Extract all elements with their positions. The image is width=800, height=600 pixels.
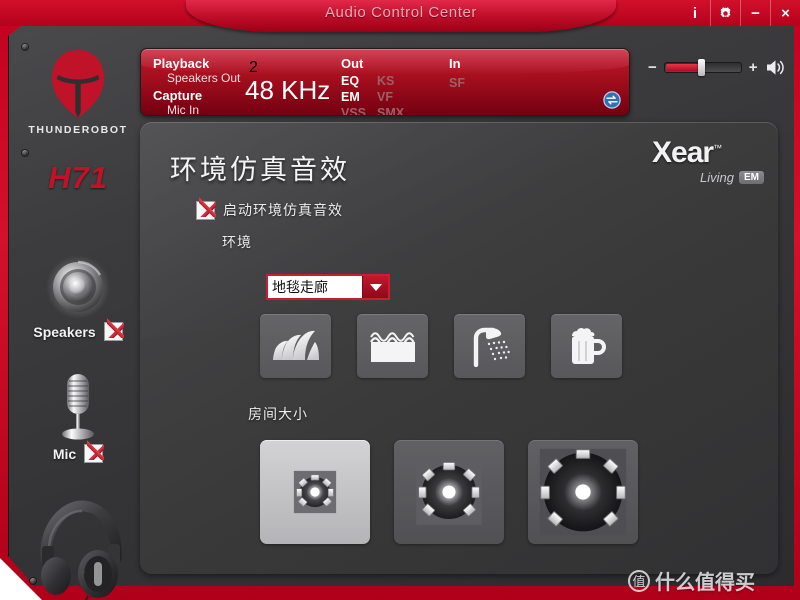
- watermark-text: 什么值得买: [655, 570, 755, 594]
- brand-name: THUNDEROBOT: [28, 124, 128, 136]
- headphones-image: [40, 500, 122, 600]
- in-label: In: [449, 56, 461, 71]
- playback-device: Speakers Out: [167, 71, 241, 85]
- xear-brand: Xear™: [652, 138, 764, 168]
- playback-label: Playback: [153, 56, 210, 71]
- xear-brand-text: Xear: [652, 136, 714, 169]
- bathroom-preset[interactable]: [454, 314, 525, 378]
- thunderobot-helmet-icon: [52, 50, 104, 118]
- room-size-label: 房间大小: [248, 407, 308, 423]
- xear-tagline-group: Living EM: [700, 170, 764, 185]
- stone-room-preset[interactable]: [551, 314, 622, 378]
- room-size-medium-icon: [416, 459, 482, 525]
- volume-control: − +: [648, 58, 787, 77]
- capture-group: Capture Mic In: [153, 88, 203, 116]
- concert-hall-icon: [272, 330, 319, 360]
- volume-slider-fill: [665, 64, 701, 71]
- room-size-row: [260, 440, 638, 544]
- audio-control-center-window: Audio Control Center i − × THUNDEROBOT H…: [0, 0, 800, 600]
- out-flag-em: EM: [341, 90, 360, 104]
- out-flags: EQ KS EM VF VSS SMX: [341, 74, 405, 116]
- speakers-checkbox[interactable]: [103, 318, 124, 341]
- page-title: 环境仿真音效: [170, 155, 350, 186]
- product-model: H71: [48, 160, 108, 195]
- out-group: Out EQ KS EM VF VSS SMX: [341, 56, 405, 116]
- capture-label: Capture: [153, 88, 203, 103]
- close-icon: ×: [781, 4, 790, 22]
- environment-dropdown[interactable]: 地毯走廊: [266, 274, 390, 300]
- minimize-button[interactable]: −: [740, 0, 770, 26]
- watermark-badge: 值: [628, 569, 650, 592]
- volume-decrease-button[interactable]: −: [648, 60, 657, 75]
- xear-logo: Xear™ Living EM: [652, 138, 764, 190]
- room-size-small[interactable]: [260, 440, 370, 544]
- volume-slider-handle[interactable]: [698, 59, 706, 76]
- mic-row: Mic: [22, 440, 134, 463]
- microphone-icon: [62, 374, 94, 440]
- speaker-icon: [46, 255, 110, 319]
- swap-arrows-icon[interactable]: [603, 91, 621, 109]
- environment-label: 环境: [222, 235, 252, 251]
- settings-button[interactable]: [710, 0, 740, 26]
- volume-speaker-icon[interactable]: [765, 58, 787, 77]
- xear-em-badge: EM: [739, 171, 764, 184]
- window-title: Audio Control Center: [324, 4, 478, 21]
- mic-checkbox[interactable]: [84, 440, 105, 463]
- volume-slider[interactable]: [663, 59, 742, 76]
- xear-tagline: Living: [700, 170, 734, 185]
- enable-environment-checkbox[interactable]: [196, 196, 216, 220]
- xear-tm: ™: [713, 143, 722, 153]
- chevron-down-icon: [369, 283, 382, 291]
- out-flag-vss: VSS: [341, 106, 367, 116]
- playback-group: Playback Speakers Out: [153, 56, 240, 85]
- out-flag-eq: EQ: [341, 74, 360, 88]
- sidebar-item-speakers[interactable]: Speakers: [22, 254, 134, 341]
- in-group: In SF: [449, 56, 465, 92]
- in-flag-sf: SF: [449, 76, 465, 90]
- environment-dropdown-button[interactable]: [362, 276, 388, 298]
- site-watermark: 值 什么值得买: [628, 566, 755, 595]
- beer-mug-icon: [571, 327, 606, 364]
- environment-preset-row: [260, 314, 622, 378]
- info-icon: i: [692, 4, 698, 22]
- out-flag-smx: SMX: [377, 106, 405, 116]
- shower-icon: [473, 327, 510, 367]
- sample-rate: 48 KHz: [245, 75, 331, 105]
- out-label: Out: [341, 56, 364, 71]
- main-content-panel: 环境仿真音效 Xear™ Living EM 启动环境仿真音效 环境 地毯走廊: [140, 122, 778, 574]
- water-waves-icon: [369, 332, 415, 362]
- enable-environment-label: 启动环境仿真音效: [223, 203, 343, 219]
- sidebar: THUNDEROBOT H71 Speakers Mic: [22, 28, 134, 600]
- concert-hall-preset[interactable]: [260, 314, 331, 378]
- close-button[interactable]: ×: [770, 0, 800, 26]
- sidebar-item-speakers-label: Speakers: [33, 323, 96, 340]
- room-size-small-icon: [293, 470, 337, 514]
- out-flag-ks: KS: [377, 74, 395, 88]
- gear-icon: [720, 6, 731, 17]
- room-size-medium[interactable]: [394, 440, 504, 544]
- environment-dropdown-value: 地毯走廊: [272, 280, 328, 296]
- window-controls: i − ×: [680, 0, 800, 26]
- underwater-preset[interactable]: [357, 314, 428, 378]
- sidebar-item-mic[interactable]: Mic: [22, 368, 134, 463]
- out-flag-vf: VF: [377, 90, 393, 104]
- volume-increase-button[interactable]: +: [749, 60, 758, 75]
- room-size-large-icon: [539, 448, 627, 536]
- speakers-row: Speakers: [22, 318, 134, 341]
- minimize-icon: −: [751, 4, 760, 22]
- capture-device: Mic In: [167, 103, 200, 116]
- info-button[interactable]: i: [680, 0, 710, 26]
- audio-status-panel: Playback Speakers Out Capture Mic In 2 4…: [140, 48, 630, 116]
- title-bar: Audio Control Center i − ×: [0, 0, 800, 32]
- enable-environment-row[interactable]: 启动环境仿真音效: [196, 196, 343, 220]
- sidebar-item-mic-label: Mic: [52, 445, 77, 462]
- room-size-large[interactable]: [528, 440, 638, 544]
